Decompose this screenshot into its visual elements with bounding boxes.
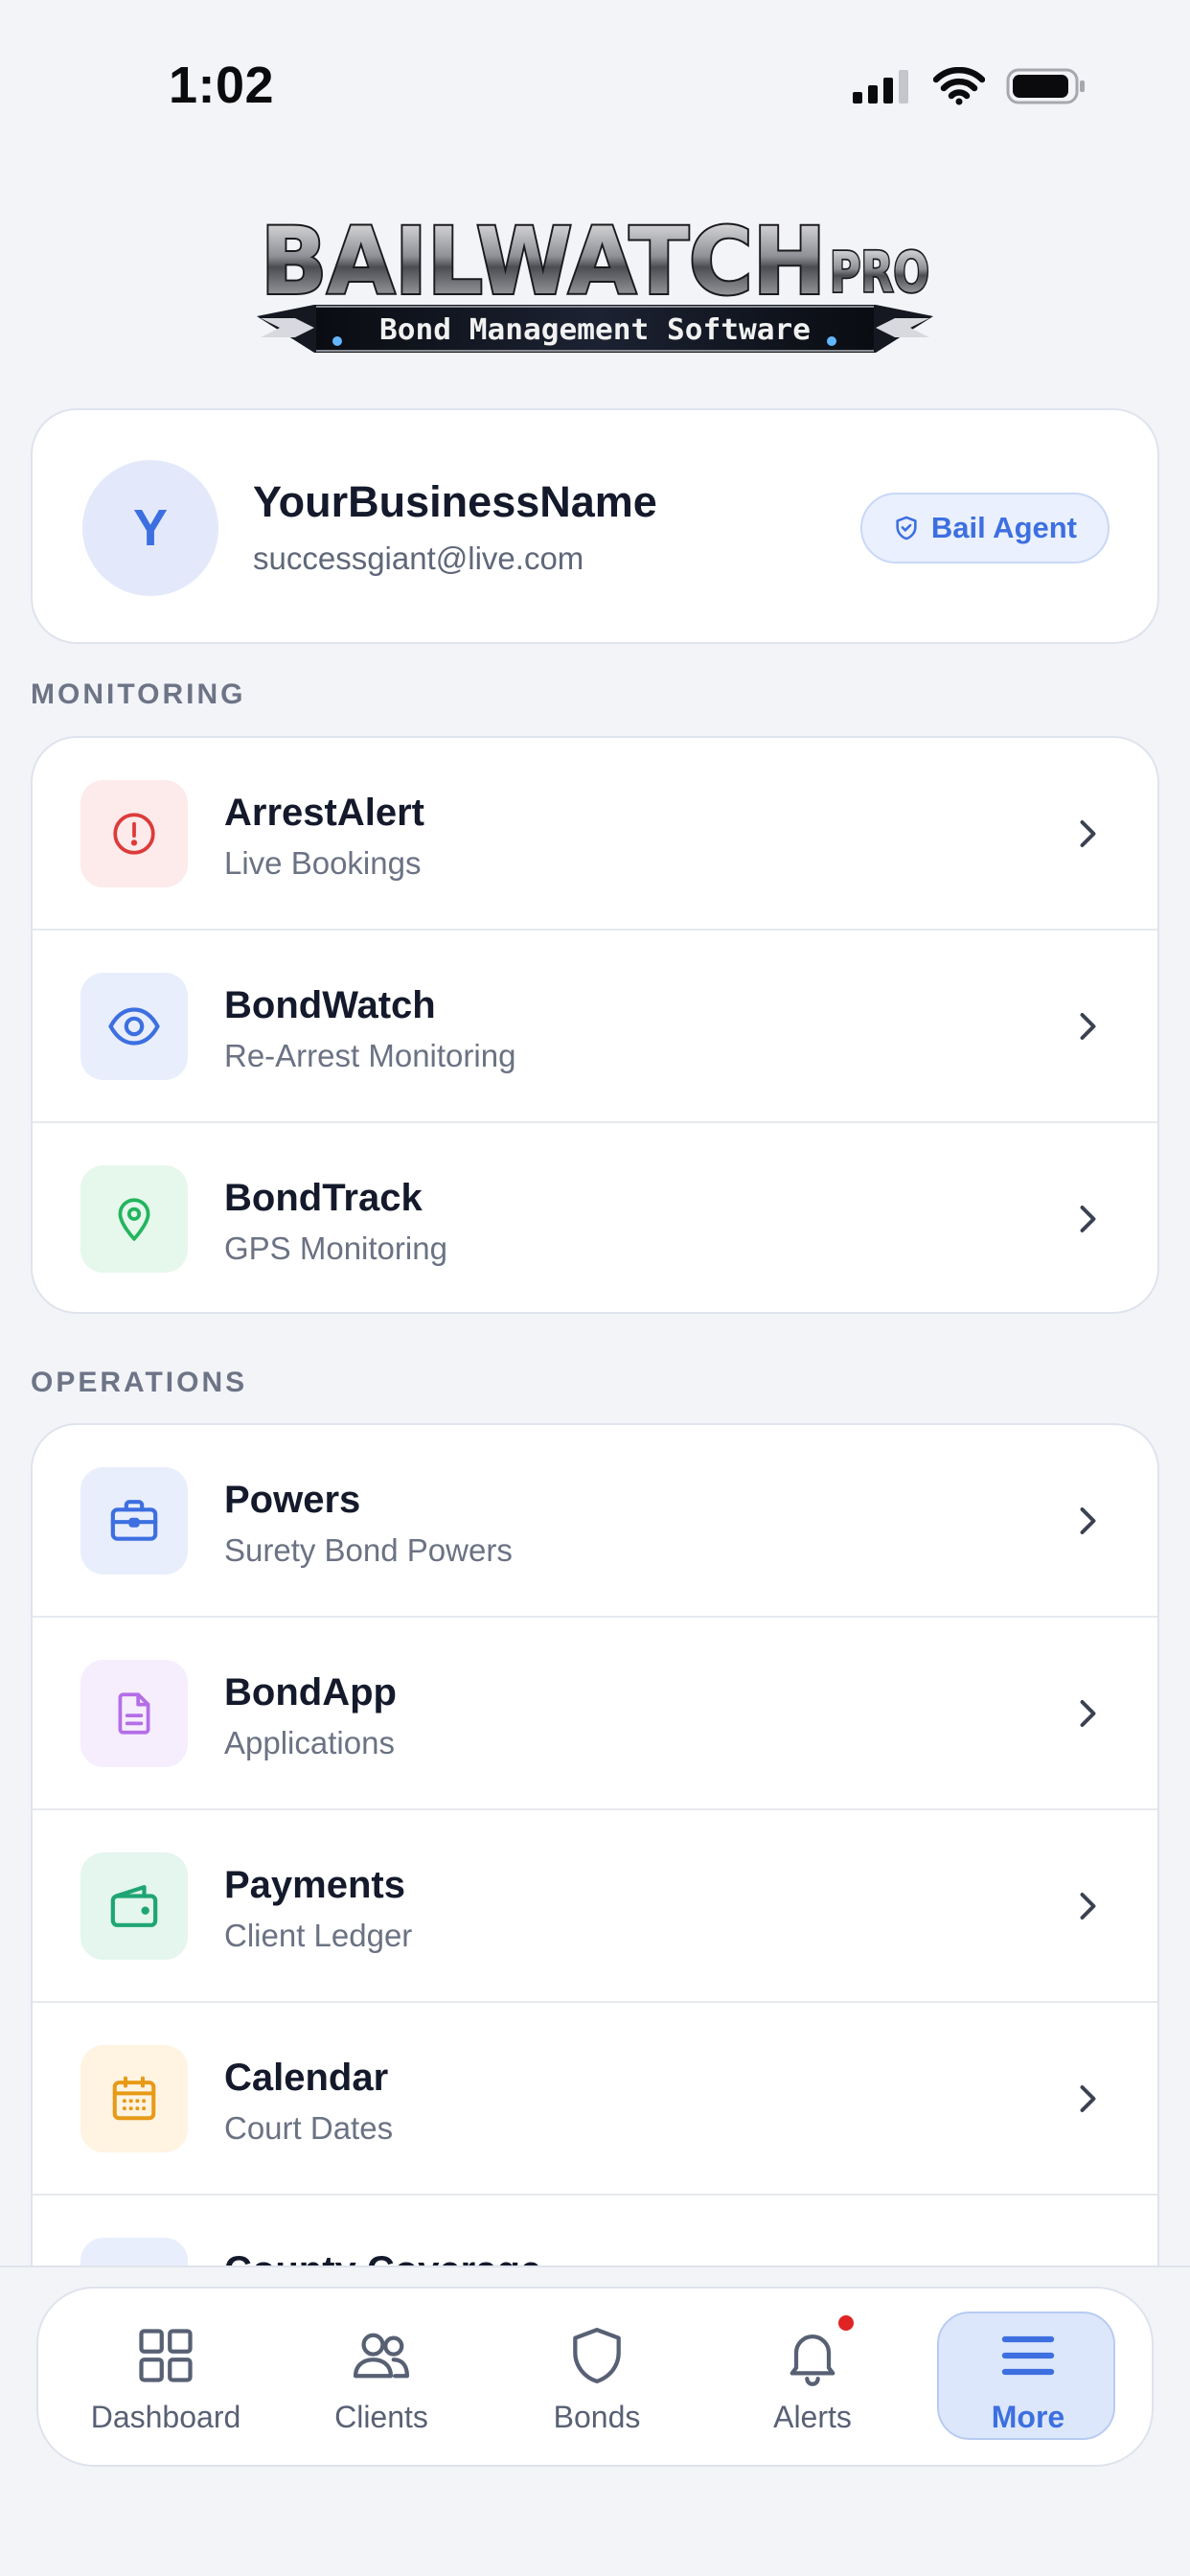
logo-tagline: Bond Management Software xyxy=(379,313,811,347)
briefcase-icon xyxy=(110,1500,158,1541)
arrestalert-icon-tile xyxy=(80,780,188,887)
bondwatch-icon-tile xyxy=(80,973,188,1080)
tab-label: More xyxy=(991,2400,1065,2434)
menu-item-subtitle: Live Bookings xyxy=(224,845,422,881)
menu-item-bondwatch[interactable]: BondWatch Re-Arrest Monitoring xyxy=(33,931,1157,1123)
avatar: Y xyxy=(82,460,218,596)
menu-item-title: ArrestAlert xyxy=(224,792,424,834)
section-heading-monitoring: MONITORING xyxy=(31,678,246,710)
menu-item-subtitle: Surety Bond Powers xyxy=(224,1532,513,1568)
status-bar: 1:02 xyxy=(0,0,1190,182)
document-icon xyxy=(118,1692,150,1735)
profile-card[interactable]: Y YourBusinessName successgiant@live.com… xyxy=(31,408,1159,644)
eye-icon xyxy=(108,1007,160,1046)
alert-circle-icon xyxy=(113,813,155,855)
alerts-badge xyxy=(838,2315,854,2331)
tab-label: Bonds xyxy=(553,2400,641,2434)
logo-suffix: PRO xyxy=(830,240,929,305)
cellular-signal-icon xyxy=(853,70,908,104)
chevron-right-icon xyxy=(1080,2085,1096,2112)
status-icons xyxy=(853,67,1087,105)
bottom-tab-bar: Dashboard Clients Bonds Alerts More xyxy=(36,2287,1154,2467)
role-badge: Bail Agent xyxy=(859,493,1110,564)
menu-item-bondtrack[interactable]: BondTrack GPS Monitoring xyxy=(33,1123,1157,1312)
menu-item-title: BondWatch xyxy=(224,984,436,1026)
calendar-icon-tile xyxy=(80,2045,188,2152)
tab-alerts[interactable]: Alerts xyxy=(721,2288,904,2469)
bailwatch-pro-logo: BAILWATCH PRO Bond Management Software xyxy=(257,209,933,353)
menu-item-calendar[interactable]: Calendar Court Dates xyxy=(33,2003,1157,2196)
shield-icon xyxy=(573,2327,621,2384)
role-label: Bail Agent xyxy=(930,511,1077,544)
menu-item-subtitle: Client Ledger xyxy=(224,1918,413,1953)
logo-wordmark: BAILWATCH xyxy=(261,209,826,315)
menu-item-subtitle: GPS Monitoring xyxy=(224,1230,447,1266)
calendar-icon xyxy=(112,2076,156,2121)
map-pin-icon xyxy=(118,1198,150,1241)
chevron-right-icon xyxy=(1080,1013,1096,1040)
menu-item-bondapp[interactable]: BondApp Applications xyxy=(33,1618,1157,1810)
section-heading-operations: OPERATIONS xyxy=(31,1367,248,1398)
grid-icon xyxy=(139,2329,193,2382)
chevron-right-icon xyxy=(1080,820,1096,847)
menu-item-title: BondTrack xyxy=(224,1177,423,1219)
app-screen: 1:02 BAILWATCH PRO Bond Management Softw… xyxy=(0,0,1190,2576)
menu-item-powers[interactable]: Powers Surety Bond Powers xyxy=(33,1425,1157,1618)
menu-item-arrestalert[interactable]: ArrestAlert Live Bookings xyxy=(33,738,1157,931)
menu-item-title: Powers xyxy=(224,1479,361,1521)
account-email: successgiant@live.com xyxy=(253,540,584,576)
chevron-right-icon xyxy=(1080,1206,1096,1232)
users-icon xyxy=(353,2333,410,2379)
shield-check-icon xyxy=(896,516,917,540)
tab-label: Dashboard xyxy=(90,2400,241,2434)
wallet-icon xyxy=(110,1885,158,1927)
menu-item-subtitle: Re-Arrest Monitoring xyxy=(224,1038,516,1073)
chevron-right-icon xyxy=(1080,1700,1096,1727)
tab-more[interactable]: More xyxy=(937,2288,1119,2469)
menu-item-payments[interactable]: Payments Client Ledger xyxy=(33,1810,1157,2003)
bondapp-icon-tile xyxy=(80,1660,188,1767)
menu-item-subtitle: Applications xyxy=(224,1725,395,1760)
tab-label: Clients xyxy=(334,2400,428,2434)
menu-item-title: Payments xyxy=(224,1864,405,1906)
powers-icon-tile xyxy=(80,1467,188,1575)
menu-item-title: BondApp xyxy=(224,1671,397,1714)
bell-icon xyxy=(790,2334,835,2386)
menu-icon xyxy=(1001,2335,1055,2376)
business-name: YourBusinessName xyxy=(253,477,657,526)
chevron-right-icon xyxy=(1080,1893,1096,1920)
menu-item-title: Calendar xyxy=(224,2057,389,2099)
tab-dashboard[interactable]: Dashboard xyxy=(75,2288,257,2469)
payments-icon-tile xyxy=(80,1852,188,1960)
tab-label: Alerts xyxy=(773,2400,852,2434)
wifi-icon xyxy=(933,67,985,105)
tab-clients[interactable]: Clients xyxy=(290,2288,472,2469)
bondtrack-icon-tile xyxy=(80,1165,188,1273)
monitoring-group: ArrestAlert Live Bookings BondWatch Re-A… xyxy=(31,736,1159,1314)
menu-item-subtitle: Court Dates xyxy=(224,2110,394,2146)
chevron-right-icon xyxy=(1080,1507,1096,1534)
battery-icon xyxy=(1006,68,1085,104)
status-time: 1:02 xyxy=(169,57,275,114)
tab-bonds[interactable]: Bonds xyxy=(506,2288,688,2469)
